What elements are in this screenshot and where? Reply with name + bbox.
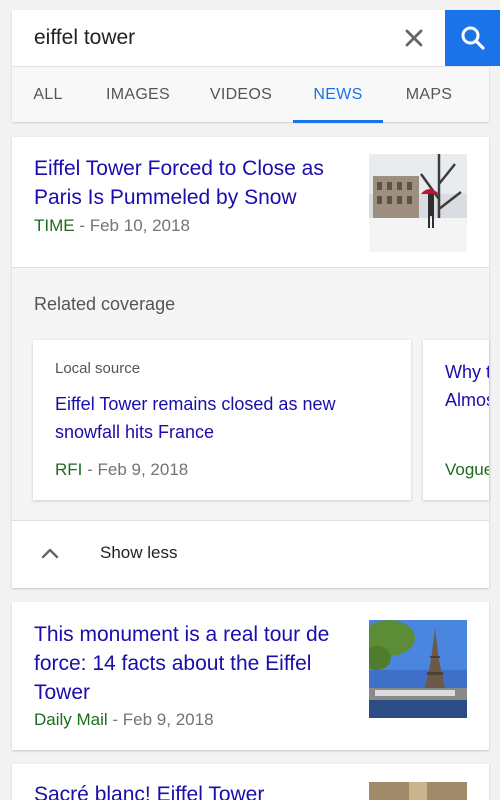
eiffel-tower-image [369,620,467,718]
article-headline[interactable]: This monument is a real tour de force: 1… [34,620,364,707]
article-headline[interactable]: Eiffel Tower Forced to Close as Paris Is… [34,154,354,212]
chevron-up-icon [41,548,59,559]
related-meta: RFI - Feb 9, 2018 [55,460,188,480]
related-card[interactable]: Local source Eiffel Tower remains closed… [33,340,411,500]
article-headline[interactable]: Sacré blanc! Eiffel Tower [34,780,364,800]
headline-line: Eiffel Tower remains closed as new [55,394,336,414]
tab-news-label: NEWS [313,86,363,103]
article-thumbnail[interactable] [369,782,467,800]
article-source: TIME [34,216,75,235]
news-card: This monument is a real tour de force: 1… [12,602,489,750]
headline-line: Tower [34,681,91,704]
search-tabs: ALL IMAGES VIDEOS NEWS MAPS [12,66,489,123]
article-meta: Daily Mail - Feb 9, 2018 [34,710,214,730]
related-meta: Vogue [445,460,489,480]
snowy-paris-image [369,154,467,252]
tab-videos[interactable]: VIDEOS [198,67,284,123]
search-bar [12,10,500,66]
related-card[interactable]: Why th Almos Vogue [423,340,489,500]
tab-all[interactable]: ALL [12,67,84,123]
article-image [369,782,467,800]
search-button[interactable] [445,10,500,66]
show-less-button[interactable]: Show less [12,521,489,587]
search-icon [461,26,485,50]
related-headline: Why th Almos [445,358,489,414]
tab-maps[interactable]: MAPS [392,67,466,123]
related-source: Vogue [445,460,489,479]
related-coverage: Related coverage Local source Eiffel Tow… [12,267,489,521]
related-source: RFI [55,460,83,479]
tab-images[interactable]: IMAGES [90,67,186,123]
headline-line: Sacré blanc! Eiffel Tower [34,783,265,800]
local-source-label: Local source [55,360,141,377]
related-date: - Feb 9, 2018 [82,460,189,479]
article-thumbnail[interactable] [369,620,467,718]
article-source: Daily Mail [34,710,108,729]
article-date: - Feb 10, 2018 [74,216,190,235]
headline-line: Eiffel Tower Forced to Close as [34,157,324,180]
related-coverage-title: Related coverage [34,294,176,314]
news-card: Eiffel Tower Forced to Close as Paris Is… [12,137,489,588]
related-headline: Eiffel Tower remains closed as new snowf… [55,390,385,446]
article-thumbnail[interactable] [369,154,467,252]
close-icon [405,29,423,47]
headline-line: Paris Is Pummeled by Snow [34,186,297,209]
headline-line: snowfall hits France [55,422,215,442]
show-less-label: Show less [100,543,178,562]
article-date: - Feb 9, 2018 [107,710,214,729]
headline-line: This monument is a real tour de [34,623,330,646]
headline-line: Why th [445,362,489,382]
article-meta: TIME - Feb 10, 2018 [34,216,190,236]
headline-line: force: 14 facts about the Eiffel [34,652,312,675]
headline-line: Almos [445,390,489,410]
active-tab-indicator [293,120,383,123]
search-input[interactable] [12,10,382,66]
clear-search-button[interactable] [400,24,428,52]
news-card: Sacré blanc! Eiffel Tower [12,764,489,800]
tab-news[interactable]: NEWS [293,67,383,123]
